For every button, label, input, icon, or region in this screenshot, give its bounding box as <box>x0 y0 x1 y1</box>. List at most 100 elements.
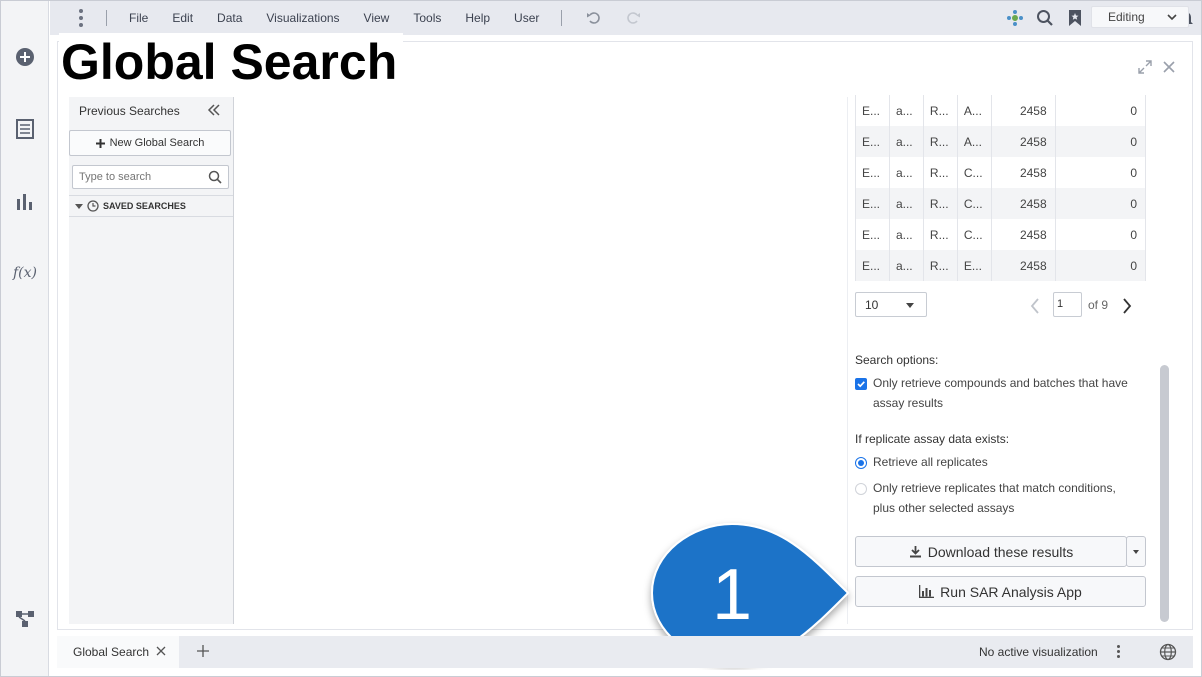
table-cell: 2458 <box>991 188 1056 219</box>
table-cell: E... <box>855 219 890 250</box>
collapse-icon[interactable] <box>207 103 221 117</box>
menu-file[interactable]: File <box>117 1 160 35</box>
chevron-down-icon <box>1167 14 1177 21</box>
table-cell: a... <box>889 157 924 188</box>
page-title: Global Search <box>59 33 404 91</box>
table-row[interactable]: E... a... R... C... 2458 0 <box>855 219 1147 250</box>
page-of-text: of 9 <box>1088 298 1108 312</box>
download-options-dropdown[interactable] <box>1126 536 1146 567</box>
retrieve-all-label: Retrieve all replicates <box>873 455 988 469</box>
chevron-left-icon[interactable] <box>1029 298 1041 314</box>
table-row[interactable]: E... a... R... C... 2458 0 <box>855 188 1147 219</box>
table-cell: R... <box>923 250 958 281</box>
bar-chart-icon[interactable] <box>13 189 37 213</box>
table-cell: C... <box>957 219 992 250</box>
more-options-icon[interactable] <box>1117 645 1120 658</box>
page-number-input[interactable]: 1 <box>1053 292 1082 317</box>
search-icon[interactable] <box>1033 6 1057 30</box>
table-cell: E... <box>957 250 992 281</box>
table-cell: 2458 <box>991 95 1056 126</box>
menu-help[interactable]: Help <box>453 1 502 35</box>
undo-icon[interactable] <box>582 6 606 30</box>
mode-label: Editing <box>1108 10 1145 24</box>
table-cell: E... <box>855 188 890 219</box>
table-cell: E... <box>855 95 890 126</box>
table-cell: a... <box>889 250 924 281</box>
sar-label: Run SAR Analysis App <box>940 583 1082 600</box>
new-global-search-button[interactable]: New Global Search <box>69 130 231 156</box>
table-cell: 0 <box>1055 95 1147 126</box>
table-cell: 2458 <box>991 157 1056 188</box>
check-icon <box>857 381 865 388</box>
clock-icon <box>87 200 99 212</box>
table-row[interactable]: E... a... R... A... 2458 0 <box>855 126 1147 157</box>
menu-user[interactable]: User <box>502 1 551 35</box>
function-icon[interactable]: f(x) <box>13 261 37 285</box>
table-cell: A... <box>957 95 992 126</box>
menu-edit[interactable]: Edit <box>160 1 205 35</box>
redo-icon[interactable] <box>621 6 645 30</box>
saved-search-input[interactable] <box>72 165 229 189</box>
match-conditions-radio[interactable] <box>855 483 867 495</box>
table-cell: 2458 <box>991 219 1056 250</box>
match-line-2: plus other selected assays <box>873 501 1015 515</box>
table-cell: a... <box>889 188 924 219</box>
table-cell: 0 <box>1055 157 1147 188</box>
table-row[interactable]: E... a... R... C... 2458 0 <box>855 157 1147 188</box>
table-cell: a... <box>889 126 924 157</box>
add-circle-icon[interactable] <box>13 45 37 69</box>
plus-icon <box>95 138 105 148</box>
data-table-icon[interactable] <box>13 117 37 141</box>
search-icon <box>208 170 222 184</box>
data-flow-icon[interactable] <box>13 607 37 631</box>
table-row[interactable]: E... a... R... E... 2458 0 <box>855 250 1147 281</box>
only-retrieve-line-2: assay results <box>873 396 944 410</box>
bar-chart-icon <box>919 585 935 598</box>
collaboration-icon[interactable] <box>1003 6 1027 30</box>
of-label: of <box>1088 298 1099 312</box>
page-size-select[interactable]: 10 <box>855 292 927 317</box>
saved-searches-label: SAVED SEARCHES <box>103 201 186 211</box>
caret-down-icon <box>906 303 914 308</box>
visualization-status: No active visualization <box>979 645 1098 659</box>
table-cell: 2458 <box>991 126 1056 157</box>
toolbar-divider <box>561 10 563 26</box>
close-icon[interactable] <box>155 645 167 657</box>
close-icon[interactable] <box>1162 60 1176 74</box>
download-results-button[interactable]: Download these results <box>855 536 1127 567</box>
vertical-scrollbar[interactable] <box>1160 365 1169 622</box>
panel-controls <box>1138 60 1176 74</box>
table-cell: R... <box>923 188 958 219</box>
toolbar-divider <box>106 10 107 26</box>
menu-view[interactable]: View <box>352 1 402 35</box>
table-cell: R... <box>923 95 958 126</box>
pane-header: Previous Searches <box>79 104 180 118</box>
searches-pane: Previous Searches New Global Search SAVE… <box>69 97 234 624</box>
only-retrieve-label: Only retrieve compounds and batches that… <box>873 373 1128 413</box>
saved-searches-group[interactable]: SAVED SEARCHES <box>69 195 233 217</box>
table-cell: 0 <box>1055 219 1147 250</box>
run-sar-analysis-button[interactable]: Run SAR Analysis App <box>855 576 1146 607</box>
menu-visualizations[interactable]: Visualizations <box>254 1 351 35</box>
menu-data[interactable]: Data <box>205 1 254 35</box>
table-cell: C... <box>957 188 992 219</box>
menu-tools[interactable]: Tools <box>401 1 453 35</box>
expand-icon[interactable] <box>1138 60 1152 74</box>
bookmark-icon[interactable] <box>1063 6 1087 30</box>
replicate-label: If replicate assay data exists: <box>855 432 1010 446</box>
table-cell: 0 <box>1055 126 1147 157</box>
add-tab-icon[interactable] <box>195 643 211 659</box>
globe-icon[interactable] <box>1159 643 1177 661</box>
only-retrieve-checkbox[interactable] <box>855 378 867 390</box>
match-line-1: Only retrieve replicates that match cond… <box>873 481 1116 495</box>
search-options-label: Search options: <box>855 353 939 367</box>
mode-select[interactable]: Editing <box>1091 6 1189 28</box>
results-table: E... a... R... A... 2458 0 E... a... R... A... 245… <box>855 95 1147 281</box>
main-menu-icon[interactable] <box>66 1 96 35</box>
table-cell: A... <box>957 126 992 157</box>
chevron-right-icon[interactable] <box>1121 298 1133 314</box>
retrieve-all-radio[interactable] <box>855 457 867 469</box>
table-cell: a... <box>889 219 924 250</box>
table-cell: R... <box>923 157 958 188</box>
table-row[interactable]: E... a... R... A... 2458 0 <box>855 95 1147 126</box>
